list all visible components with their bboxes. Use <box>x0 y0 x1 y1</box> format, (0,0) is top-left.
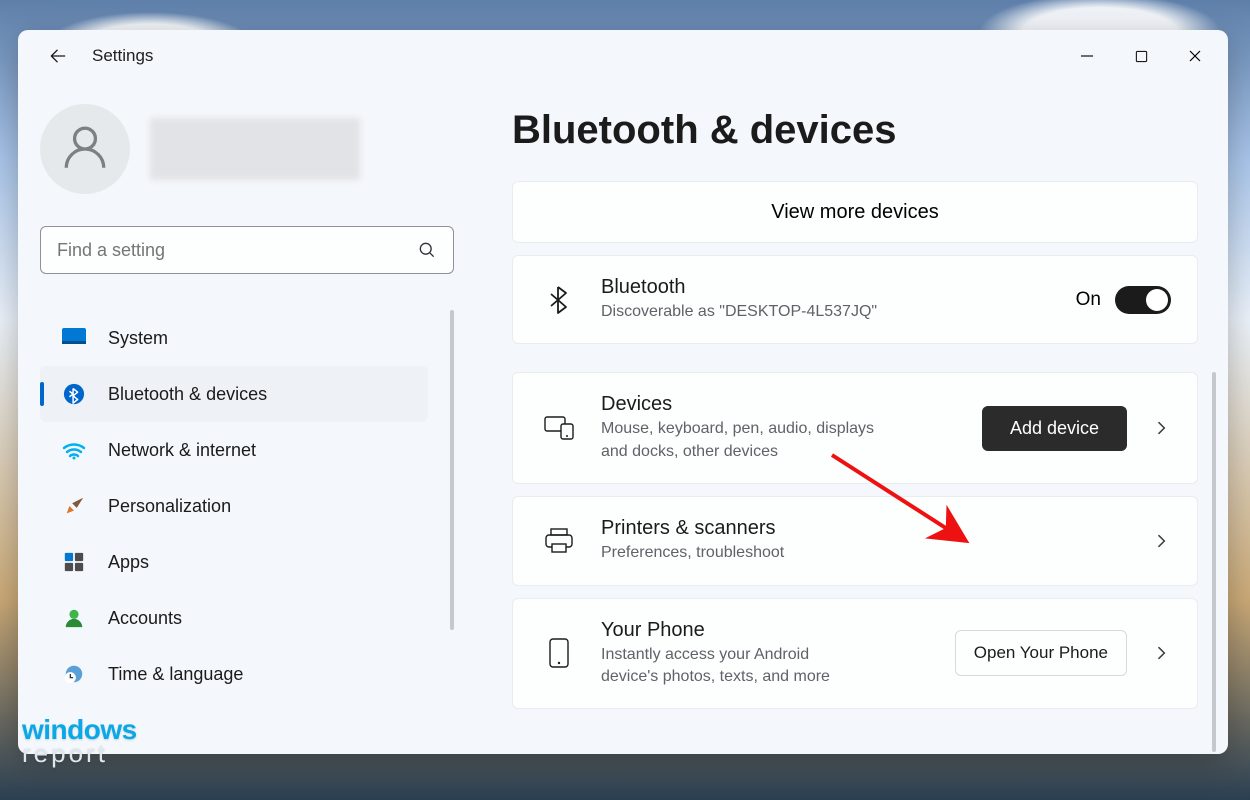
bluetooth-icon <box>539 285 579 315</box>
nav-list: System Bluetooth & devices Network & int… <box>40 310 454 754</box>
sidebar-item-label: Time & language <box>108 664 243 685</box>
chevron-right-icon <box>1151 531 1171 551</box>
sidebar: System Bluetooth & devices Network & int… <box>18 82 474 754</box>
sidebar-item-label: Accounts <box>108 608 182 629</box>
person-icon <box>60 124 110 174</box>
window-controls <box>1060 36 1222 76</box>
bluetooth-toggle[interactable] <box>1115 286 1171 314</box>
maximize-button[interactable] <box>1114 36 1168 76</box>
arrow-left-icon <box>48 46 68 66</box>
window-title: Settings <box>92 46 153 66</box>
bluetooth-icon <box>62 382 86 406</box>
settings-window: Settings <box>18 30 1228 754</box>
sidebar-item-bluetooth[interactable]: Bluetooth & devices <box>40 366 428 422</box>
close-icon <box>1188 49 1202 63</box>
maximize-icon <box>1135 50 1148 63</box>
sidebar-scrollbar[interactable] <box>450 310 454 630</box>
bluetooth-title: Bluetooth <box>601 276 1076 299</box>
printers-subtitle: Preferences, troubleshoot <box>601 542 941 564</box>
your-phone-card[interactable]: Your Phone Instantly access your Android… <box>512 598 1198 710</box>
sidebar-item-apps[interactable]: Apps <box>40 534 428 590</box>
monitor-icon <box>62 326 86 350</box>
sidebar-item-accounts[interactable]: Accounts <box>40 590 428 646</box>
main-scrollbar[interactable] <box>1212 372 1216 752</box>
close-button[interactable] <box>1168 36 1222 76</box>
sidebar-item-personalization[interactable]: Personalization <box>40 478 428 534</box>
titlebar: Settings <box>18 30 1228 82</box>
minimize-icon <box>1080 49 1094 63</box>
account-icon <box>62 606 86 630</box>
search-input[interactable] <box>40 226 454 274</box>
sidebar-item-label: Personalization <box>108 496 231 517</box>
paintbrush-icon <box>62 494 86 518</box>
bluetooth-subtitle: Discoverable as "DESKTOP-4L537JQ" <box>601 301 941 323</box>
view-more-label: View more devices <box>771 201 938 224</box>
content-area: System Bluetooth & devices Network & int… <box>18 82 1228 754</box>
clock-globe-icon <box>62 662 86 686</box>
phone-title: Your Phone <box>601 619 955 642</box>
sidebar-item-time[interactable]: Time & language <box>40 646 428 702</box>
sidebar-item-label: Apps <box>108 552 149 573</box>
sidebar-item-label: System <box>108 328 168 349</box>
search-icon <box>417 240 437 260</box>
printers-title: Printers & scanners <box>601 517 1133 540</box>
open-your-phone-button[interactable]: Open Your Phone <box>955 630 1127 676</box>
minimize-button[interactable] <box>1060 36 1114 76</box>
sidebar-item-system[interactable]: System <box>40 310 428 366</box>
watermark: windows report <box>22 718 137 764</box>
add-device-button[interactable]: Add device <box>982 406 1127 451</box>
printers-card[interactable]: Printers & scanners Preferences, trouble… <box>512 496 1198 585</box>
apps-icon <box>62 550 86 574</box>
avatar <box>40 104 130 194</box>
profile-section[interactable] <box>40 104 454 194</box>
devices-title: Devices <box>601 393 982 416</box>
sidebar-item-network[interactable]: Network & internet <box>40 422 428 478</box>
watermark-line2: report <box>22 742 137 764</box>
phone-icon <box>539 638 579 668</box>
devices-card[interactable]: Devices Mouse, keyboard, pen, audio, dis… <box>512 372 1198 484</box>
page-title: Bluetooth & devices <box>512 108 1198 153</box>
profile-name-redacted <box>150 118 360 180</box>
devices-icon <box>539 416 579 440</box>
chevron-right-icon <box>1151 643 1171 663</box>
printer-icon <box>539 528 579 554</box>
back-button[interactable] <box>38 36 78 76</box>
main-panel: Bluetooth & devices View more devices Bl… <box>474 82 1228 754</box>
chevron-right-icon <box>1151 418 1171 438</box>
view-more-devices-button[interactable]: View more devices <box>512 181 1198 243</box>
devices-subtitle: Mouse, keyboard, pen, audio, displays an… <box>601 418 881 463</box>
wifi-icon <box>62 438 86 462</box>
toggle-knob <box>1146 289 1168 311</box>
search-field[interactable] <box>57 240 417 261</box>
phone-subtitle: Instantly access your Android device's p… <box>601 644 861 689</box>
bluetooth-toggle-label: On <box>1076 289 1101 311</box>
bluetooth-card: Bluetooth Discoverable as "DESKTOP-4L537… <box>512 255 1198 344</box>
sidebar-item-label: Network & internet <box>108 440 256 461</box>
sidebar-item-label: Bluetooth & devices <box>108 384 267 405</box>
